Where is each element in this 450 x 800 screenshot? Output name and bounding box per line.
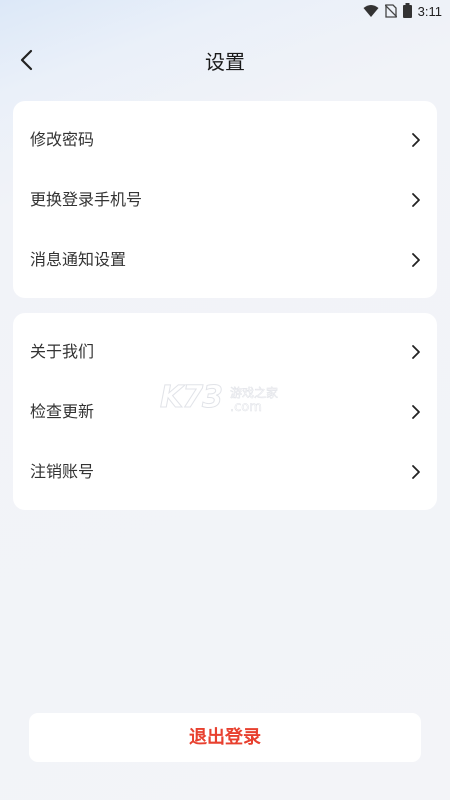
chevron-right-icon [411,464,421,480]
chevron-right-icon [411,404,421,420]
menu-item-change-password[interactable]: 修改密码 [13,110,437,170]
chevron-right-icon [411,192,421,208]
wifi-icon [363,3,379,22]
menu-item-notification-settings[interactable]: 消息通知设置 [13,230,437,290]
logout-button[interactable]: 退出登录 [29,713,421,762]
no-sim-icon [384,3,398,22]
status-bar: 3:11 [0,0,450,24]
menu-item-change-phone[interactable]: 更换登录手机号 [13,170,437,230]
menu-item-label: 消息通知设置 [30,250,127,269]
menu-item-delete-account[interactable]: 注销账号 [13,442,437,502]
menu-item-label: 更换登录手机号 [30,190,143,209]
chevron-right-icon [411,344,421,360]
menu-item-label: 关于我们 [30,342,95,361]
back-button[interactable] [10,46,42,78]
menu-item-label: 检查更新 [30,402,95,421]
menu-item-about-us[interactable]: 关于我们 [13,322,437,382]
chevron-right-icon [411,252,421,268]
menu-item-label: 修改密码 [30,130,95,149]
menu-item-label: 注销账号 [30,462,95,481]
chevron-right-icon [411,132,421,148]
page-title: 设置 [205,50,245,74]
status-icons: 3:11 [363,2,442,22]
battery-icon [402,2,412,22]
chevron-left-icon [19,49,33,75]
settings-group-account: 修改密码 更换登录手机号 消息通知设置 [13,101,437,298]
header: 设置 [0,40,450,84]
menu-item-check-update[interactable]: 检查更新 [13,382,437,442]
status-time: 3:11 [417,4,442,19]
settings-group-about: 关于我们 检查更新 注销账号 [13,313,437,510]
